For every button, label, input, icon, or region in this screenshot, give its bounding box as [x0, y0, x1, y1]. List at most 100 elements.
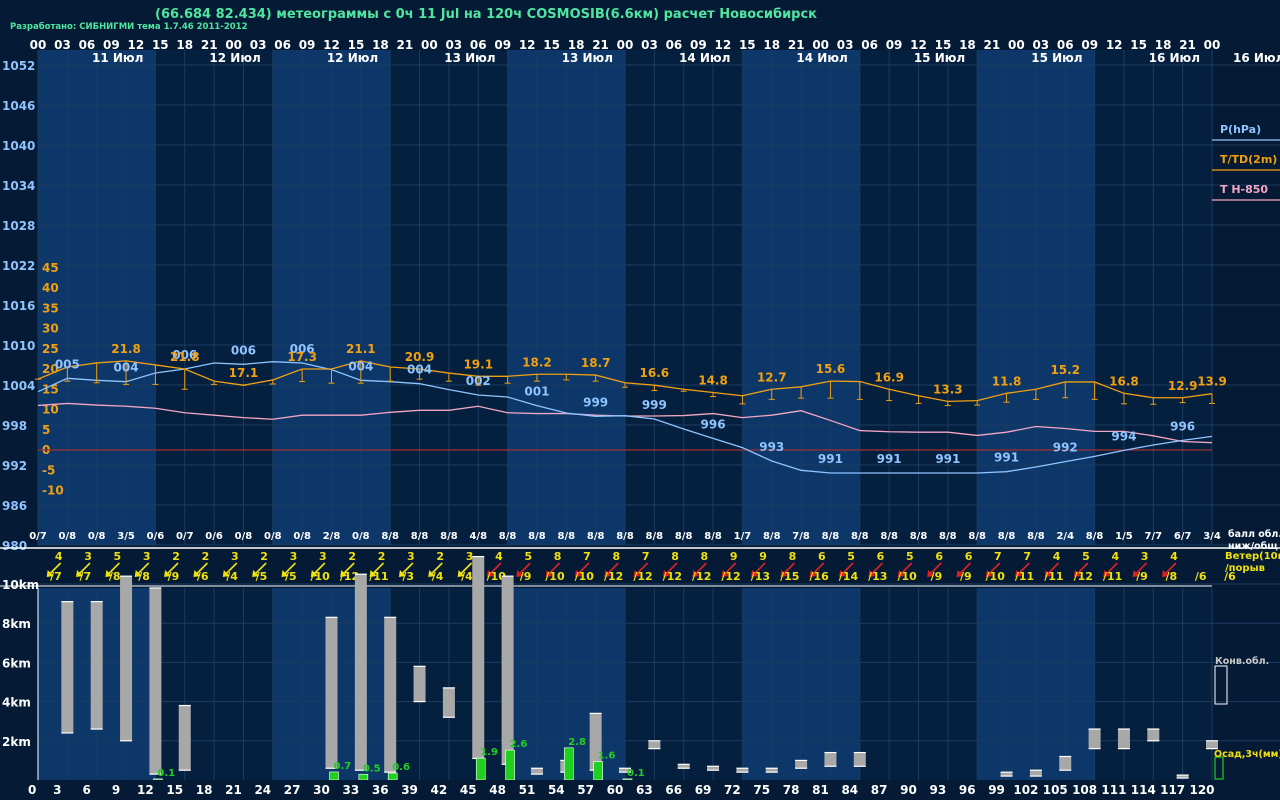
- wind-speed-value: 3: [84, 550, 92, 563]
- convective-cloud-bar: [1088, 729, 1101, 749]
- hour-tick-label: 03: [445, 38, 462, 52]
- forecast-hour-label: 42: [431, 783, 448, 797]
- convective-cloud-bar: [325, 617, 338, 769]
- pressure-data-label: 005: [55, 357, 80, 371]
- cloud-cover-value: 0/6: [205, 531, 223, 542]
- hour-tick-label: 06: [666, 38, 683, 52]
- wind-gust-value: /13: [868, 570, 887, 583]
- hour-tick-label: 09: [103, 38, 120, 52]
- day-label: 15 Июл: [914, 51, 965, 65]
- precip-bar: [622, 778, 633, 781]
- forecast-hour-label: 60: [607, 783, 624, 797]
- temperature-data-label: 15.6: [816, 362, 846, 376]
- convective-cloud-bar: [120, 576, 133, 741]
- convective-cloud-bar: [1117, 729, 1130, 749]
- wind-speed-value: 4: [495, 550, 503, 563]
- hour-tick-label: 12: [1106, 38, 1123, 52]
- temperature-data-label: 14.8: [698, 373, 728, 387]
- wind-gust-value: /8: [138, 570, 150, 583]
- wind-speed-value: 8: [612, 550, 620, 563]
- wind-speed-value: 8: [701, 550, 709, 563]
- cloud-cover-value: 8/8: [910, 531, 928, 542]
- convective-cloud-bar: [178, 705, 191, 771]
- temperature-data-label: 15.2: [1050, 363, 1080, 377]
- day-label: 14 Июл: [679, 51, 730, 65]
- wind-speed-value: 2: [202, 550, 210, 563]
- precip-bar: [329, 771, 339, 781]
- precip-bar: [563, 747, 574, 781]
- wind-speed-value: 8: [554, 550, 562, 563]
- pressure-data-label: 991: [935, 452, 960, 466]
- temperature-data-label: 12.9: [1168, 379, 1198, 393]
- hour-tick-label: 12: [519, 38, 536, 52]
- hour-tick-label: 00: [812, 38, 829, 52]
- wind-speed-value: 2: [378, 550, 386, 563]
- hour-tick-label: 21: [984, 38, 1001, 52]
- convective-cloud-bar: [384, 617, 397, 773]
- day-label: 15 Июл: [1031, 51, 1082, 65]
- day-label: 14 Июл: [796, 51, 847, 65]
- hour-tick-label: 03: [1032, 38, 1049, 52]
- temperature-data-label: 21.1: [346, 342, 376, 356]
- precip-label: 0.1: [627, 768, 645, 779]
- meteogram-chart: 1052104610401034102810221016101010049989…: [0, 0, 1280, 800]
- wind-speed-value: 4: [1111, 550, 1119, 563]
- pressure-data-label: 006: [231, 343, 256, 357]
- convective-cloud-bar: [472, 556, 485, 759]
- wind-gust-value: /5: [256, 570, 268, 583]
- forecast-hour-label: 69: [695, 783, 712, 797]
- convective-cloud-bar: [501, 576, 514, 765]
- cloud-cover-value: 0/8: [352, 531, 370, 542]
- temperature-data-label: 18.2: [522, 355, 552, 369]
- cloud-cover-value: 8/8: [968, 531, 986, 542]
- precip-label: 1.6: [598, 751, 616, 762]
- pressure-data-label: 004: [348, 359, 373, 373]
- wind-gust-value: /8: [1165, 570, 1177, 583]
- temperature-data-label: 16.6: [640, 366, 670, 380]
- wind-speed-value: 7: [642, 550, 650, 563]
- cloud-cover-value: 0/8: [264, 531, 282, 542]
- temperature-data-label: 21.8: [111, 342, 141, 356]
- hour-tick-label: 09: [886, 38, 903, 52]
- wind-gust-value: /15: [780, 570, 799, 583]
- hour-tick-label: 15: [543, 38, 560, 52]
- hour-tick-label: 12: [323, 38, 340, 52]
- cloud-cover-value: 8/8: [499, 531, 517, 542]
- hour-tick-label: 03: [54, 38, 71, 52]
- wind-speed-value: 8: [789, 550, 797, 563]
- temperature-data-label: 13.3: [933, 382, 963, 396]
- forecast-hour-label: 54: [548, 783, 565, 797]
- forecast-hour-label: 3: [53, 783, 61, 797]
- temperature-tick-label: -10: [42, 484, 64, 498]
- wind-gust-value: /10: [986, 570, 1006, 583]
- convective-cloud-bar: [795, 760, 808, 769]
- precip-bar: [387, 772, 398, 781]
- convective-cloud-bar: [853, 752, 866, 767]
- cloud-cover-value: 7/7: [1145, 531, 1163, 542]
- temperature-tick-label: 35: [42, 301, 59, 315]
- cloud-cover-value: 0/8: [235, 531, 253, 542]
- pressure-data-label: 996: [1170, 419, 1195, 433]
- wind-gust-value: /11: [369, 570, 388, 583]
- wind-gust-value: /4: [226, 570, 238, 583]
- wind-speed-value: 7: [583, 550, 591, 563]
- temperature-tick-label: 40: [42, 281, 59, 295]
- forecast-hour-label: 36: [372, 783, 389, 797]
- pressure-data-label: 004: [114, 361, 139, 375]
- wind-gust-value: /10: [897, 570, 917, 583]
- wind-gust-value: /3: [402, 570, 414, 583]
- wind-speed-value: 9: [759, 550, 767, 563]
- convective-cloud-bar: [1029, 770, 1042, 777]
- hour-tick-label: 03: [641, 38, 658, 52]
- forecast-hour-label: 66: [665, 783, 682, 797]
- wind-gust-value: /10: [575, 570, 595, 583]
- day-label: 16 Июл: [1233, 51, 1280, 65]
- pressure-tick-label: 980: [2, 539, 27, 553]
- pressure-tick-label: 1010: [2, 339, 35, 353]
- temperature-tick-label: 45: [42, 261, 59, 275]
- cloud-cover-value: 8/8: [851, 531, 869, 542]
- forecast-hour-label: 27: [284, 783, 301, 797]
- pressure-data-label: 004: [407, 363, 432, 377]
- wind-gust-value: /11: [1103, 570, 1122, 583]
- wind-gust-value: /9: [960, 570, 972, 583]
